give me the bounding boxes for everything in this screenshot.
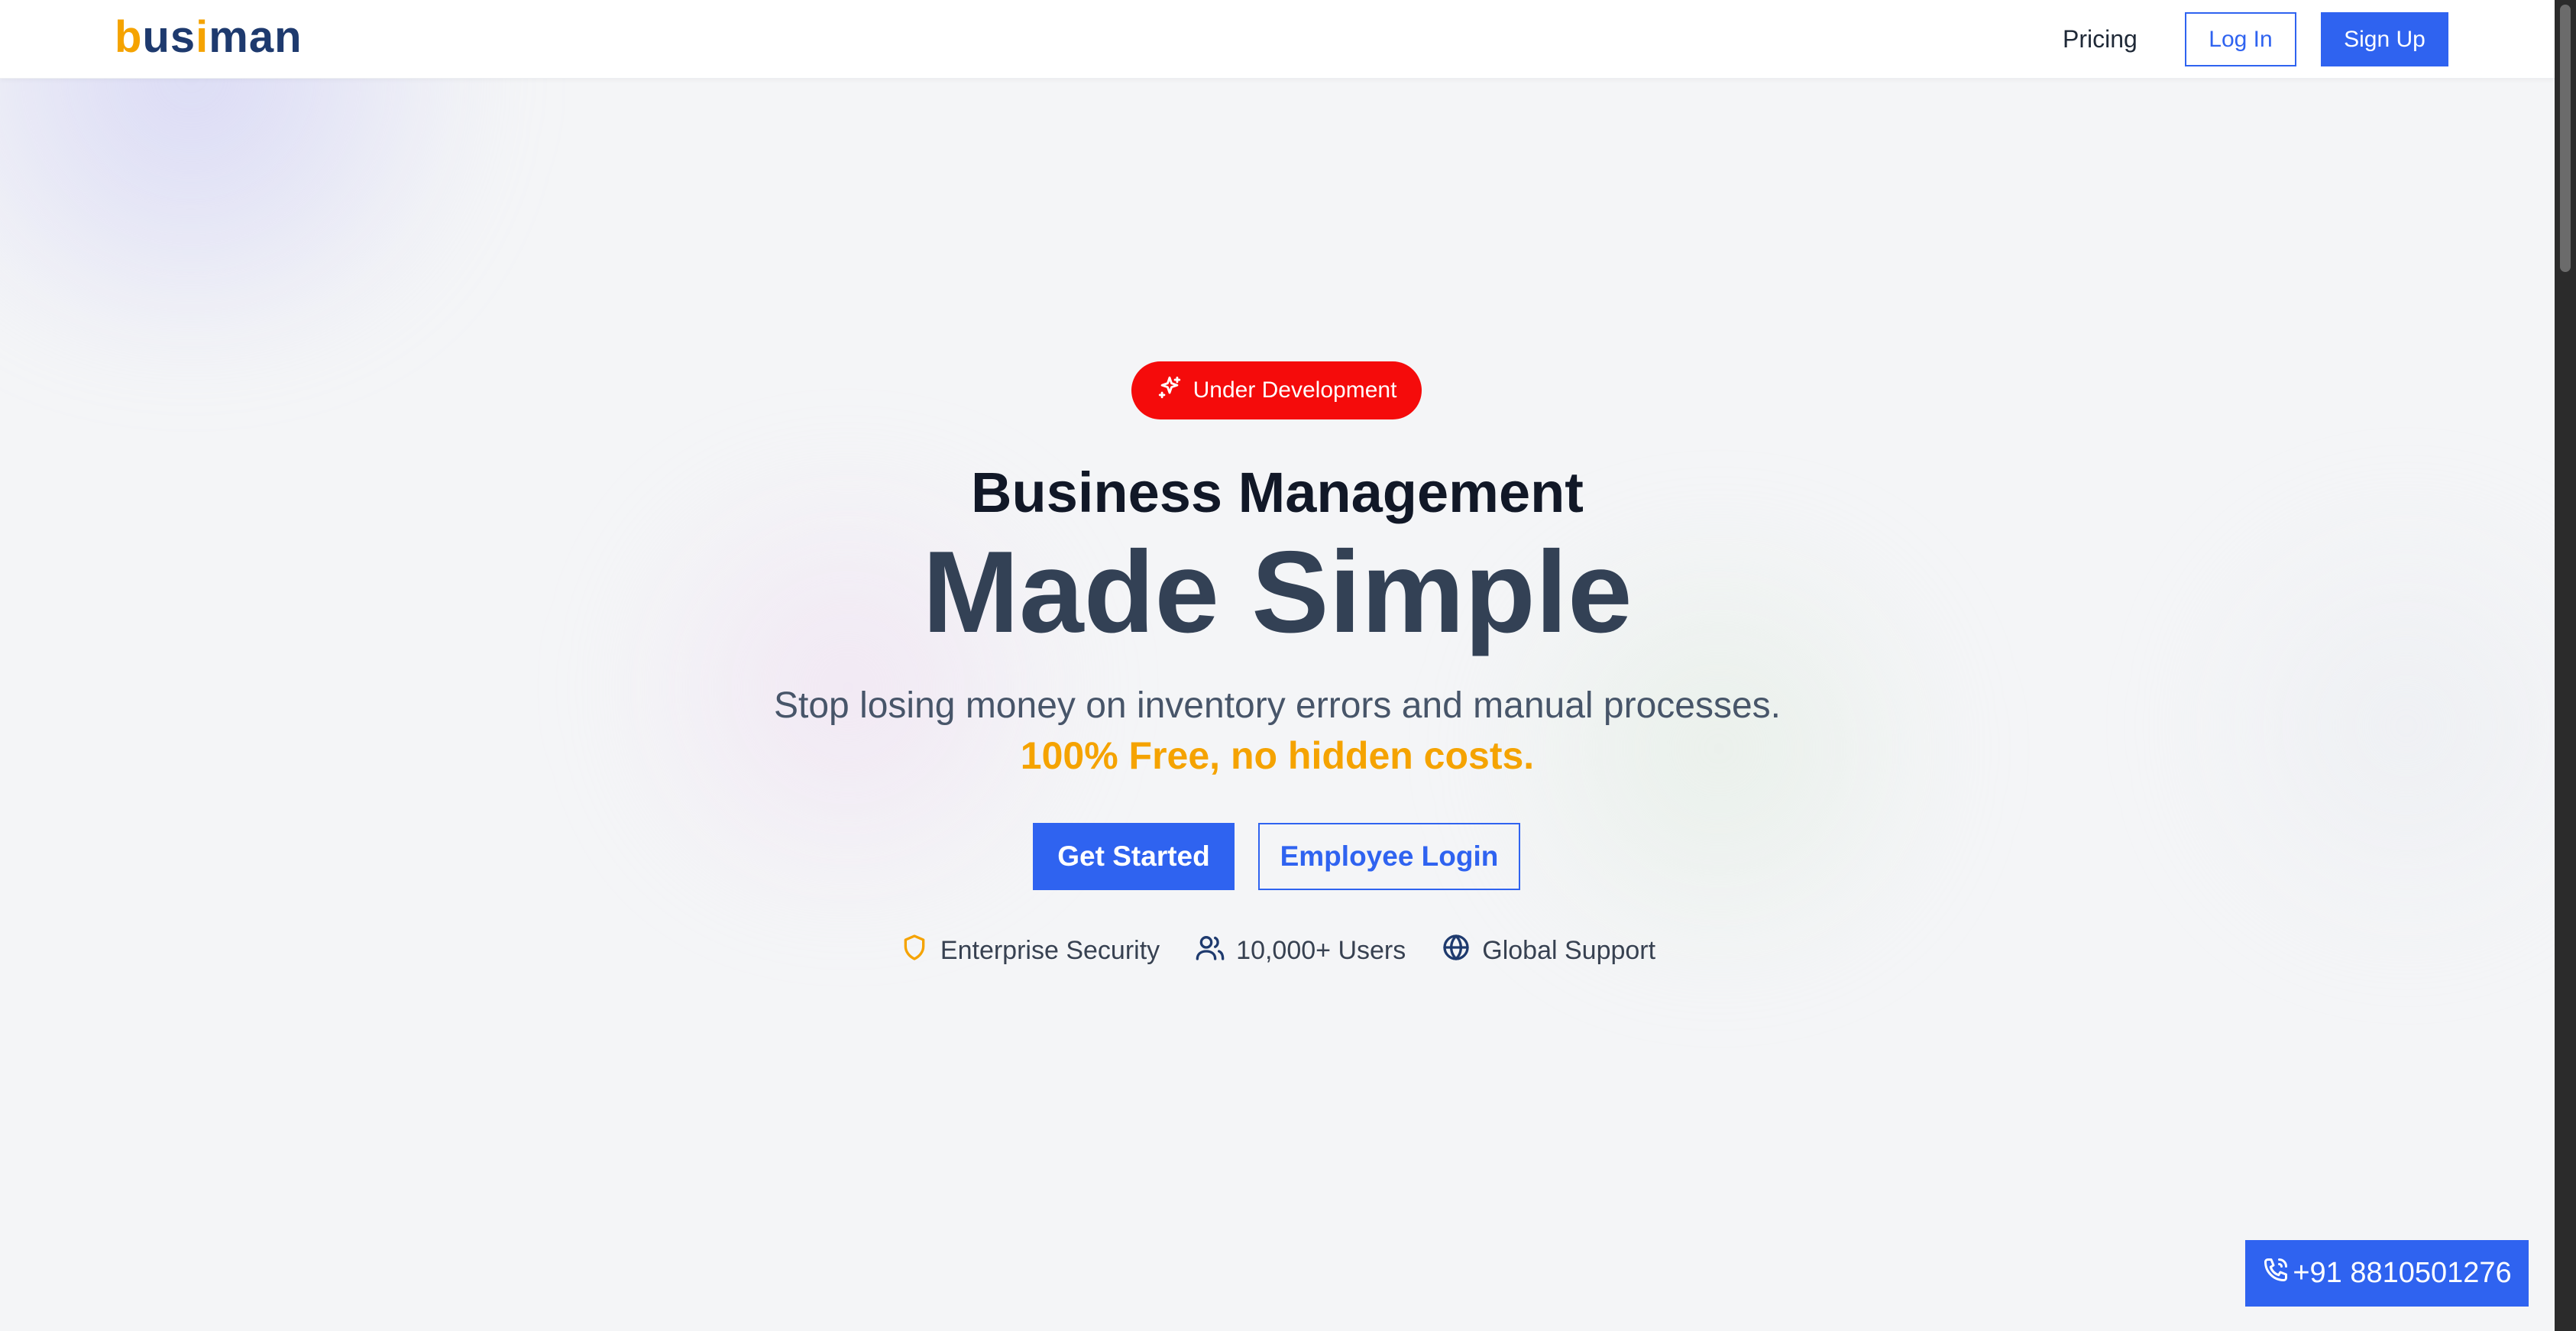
feature-label: Enterprise Security [940, 936, 1160, 965]
badge-label: Under Development [1193, 377, 1397, 403]
feature-security: Enterprise Security [899, 932, 1160, 970]
employee-login-button[interactable]: Employee Login [1258, 823, 1520, 890]
feature-list: Enterprise Security 10,000+ Users Global… [0, 932, 2555, 970]
feature-label: Global Support [1482, 936, 1656, 965]
hero-highlight: 100% Free, no hidden costs. [1020, 734, 1535, 777]
signup-button[interactable]: Sign Up [2321, 12, 2448, 66]
phone-number: +91 8810501276 [2293, 1257, 2512, 1289]
phone-contact-button[interactable]: +91 8810501276 [2245, 1240, 2529, 1307]
feature-users: 10,000+ Users [1195, 932, 1406, 970]
users-icon [1195, 932, 1225, 970]
top-nav: busiman Pricing Log In Sign Up [0, 0, 2555, 79]
feature-support: Global Support [1441, 932, 1655, 970]
globe-icon [1441, 932, 1471, 970]
status-badge: Under Development [1131, 361, 1422, 419]
hero-title: Business Management [971, 461, 1584, 524]
background-glow [0, 0, 2576, 1331]
scrollbar-thumb[interactable] [2560, 5, 2571, 272]
login-button[interactable]: Log In [2185, 12, 2296, 66]
scrollbar[interactable] [2555, 0, 2576, 1331]
get-started-button[interactable]: Get Started [1033, 823, 1235, 890]
feature-label: 10,000+ Users [1236, 936, 1406, 965]
sparkles-icon [1157, 374, 1183, 406]
nav-pricing-link[interactable]: Pricing [2063, 23, 2137, 55]
hero-subtitle: Stop losing money on inventory errors an… [773, 685, 1782, 726]
logo[interactable]: busiman [115, 11, 303, 64]
hero-title-large: Made Simple [922, 527, 1633, 657]
phone-icon [2262, 1256, 2290, 1291]
shield-icon [899, 932, 930, 970]
